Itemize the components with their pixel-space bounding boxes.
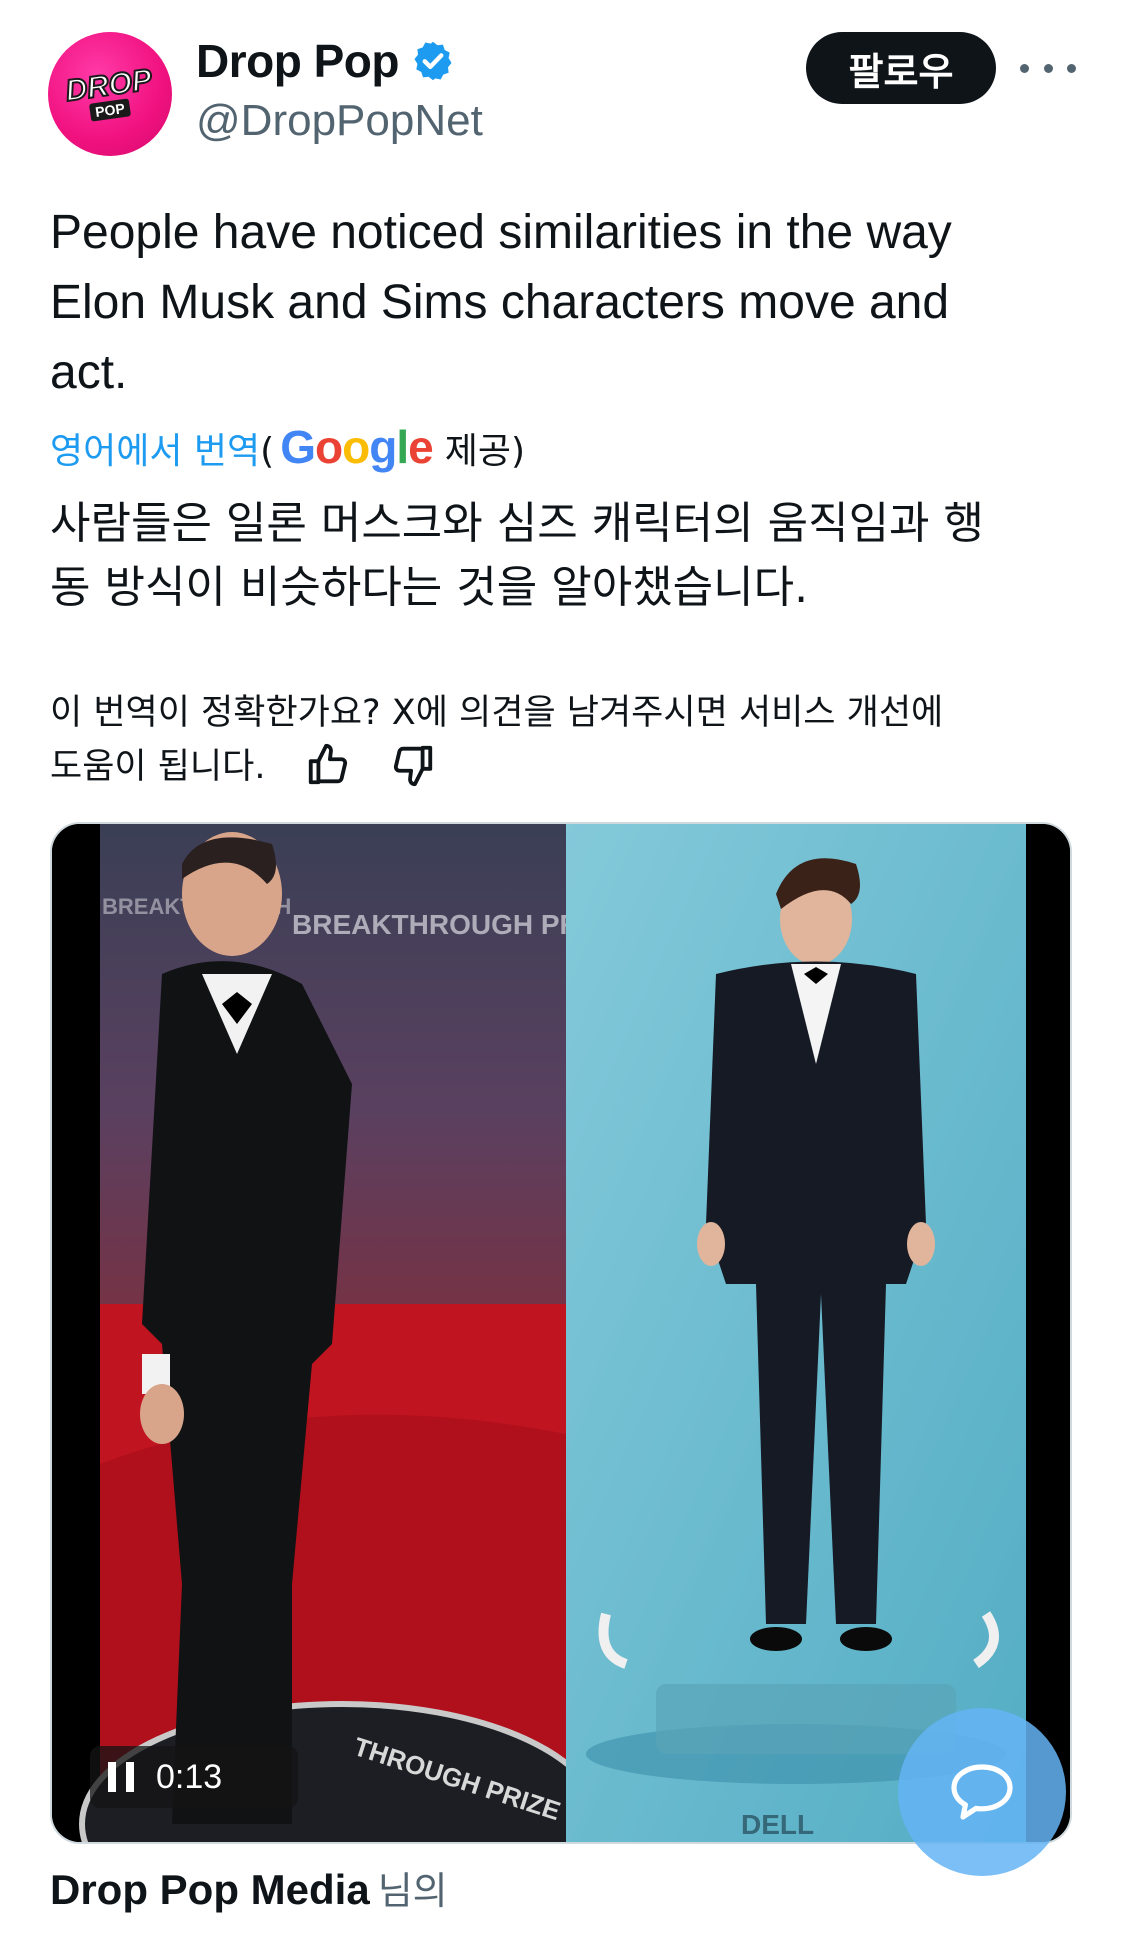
display-name[interactable]: Drop Pop <box>196 34 399 88</box>
more-options-icon[interactable] <box>1020 50 1076 86</box>
translated-from-link[interactable]: 영어에서 번역 <box>50 422 260 474</box>
floating-chat-button[interactable] <box>898 1708 1066 1876</box>
translated-text-line: 동 방식이 비슷하다는 것을 알아챘습니다. <box>50 562 809 613</box>
feedback-line: 도움이 됩니다. <box>50 747 266 787</box>
pause-icon[interactable] <box>108 1762 134 1792</box>
translated-text-line: 사람들은 일론 머스크와 심즈 캐릭터의 움직임과 행 <box>50 498 984 549</box>
video-right-panel: DELL <box>566 824 1070 1842</box>
tweet-text: People have noticed similarities in the … <box>50 198 1070 408</box>
video-timecode: 0:13 <box>156 1757 223 1796</box>
provided-label: 제공) <box>444 431 525 472</box>
tweet-detail: DROP POP Drop Pop @DropPopNet 팔로우 People… <box>0 0 1125 1935</box>
thumbs-up-icon[interactable] <box>305 742 351 788</box>
follow-button[interactable]: 팔로우 <box>806 32 996 104</box>
tweet-text-line: People have noticed similarities in the … <box>50 206 952 259</box>
google-logo: Google <box>280 421 433 473</box>
media-source-suffix: 님의 <box>377 1869 448 1913</box>
translation-attribution: 영어에서 번역 ( Google 제공) <box>50 421 525 474</box>
video-left-panel: THROUGH PRIZE BREAKTHROUGH PRIZE BREAKTH… <box>52 824 566 1842</box>
translated-text: 사람들은 일론 머스크와 심즈 캐릭터의 움직임과 행 동 방식이 비슷하다는 … <box>50 492 1080 620</box>
thumbs-down-icon[interactable] <box>390 742 436 788</box>
svg-text:DELL: DELL <box>741 1809 814 1840</box>
video-player[interactable]: THROUGH PRIZE BREAKTHROUGH PRIZE BREAKTH… <box>50 822 1072 1844</box>
avatar[interactable]: DROP POP <box>48 32 172 156</box>
sims-scene: DELL <box>566 824 1070 1842</box>
author-handle[interactable]: @DropPopNet <box>196 96 483 146</box>
media-source-name[interactable]: Drop Pop Media <box>50 1866 370 1913</box>
red-carpet-scene: THROUGH PRIZE BREAKTHROUGH PRIZE BREAKTH… <box>52 824 566 1842</box>
tweet-text-line: Elon Musk and Sims characters move and <box>50 276 950 329</box>
svg-text:BREAKTHROUGH PRIZE: BREAKTHROUGH PRIZE <box>292 909 566 940</box>
playback-controls[interactable]: 0:13 <box>90 1746 298 1808</box>
tweet-text-line: act. <box>50 346 128 399</box>
author-name-row[interactable]: Drop Pop <box>196 34 455 88</box>
chat-bubble-icon <box>951 1764 1013 1820</box>
media-source-attribution[interactable]: Drop Pop Media 님의 <box>50 1860 448 1915</box>
translation-feedback: 이 번역이 정확한가요? X에 의견을 남겨주시면 서비스 개선에 도움이 됩니… <box>50 686 1080 794</box>
drop-pop-logo: DROP POP <box>64 62 156 122</box>
feedback-line: 이 번역이 정확한가요? X에 의견을 남겨주시면 서비스 개선에 <box>50 693 944 733</box>
verified-badge-icon <box>414 41 452 81</box>
